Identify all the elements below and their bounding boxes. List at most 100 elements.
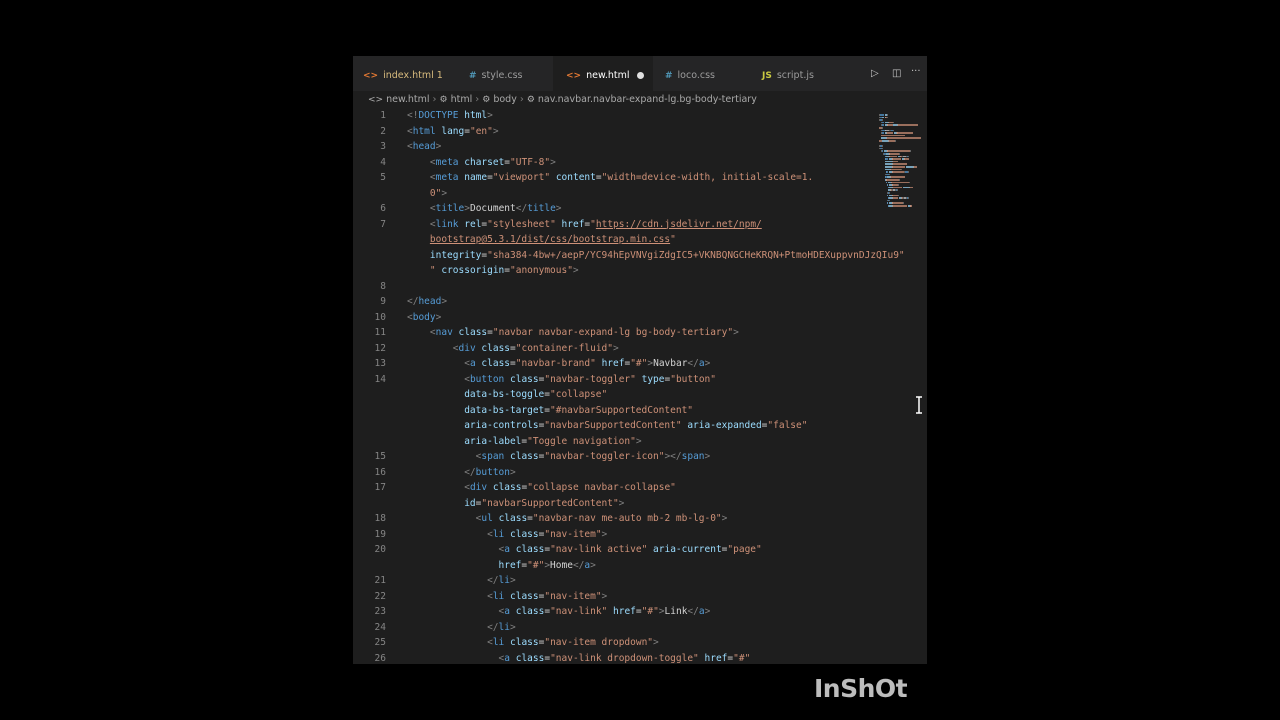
minimap-token — [896, 189, 898, 191]
code-text: <li class="nav-item"> — [487, 528, 608, 540]
code-text: <meta charset="UTF-8"> — [429, 156, 556, 168]
code-line[interactable]: aria-controls="navbarSupportedContent" a… — [353, 418, 873, 434]
breadcrumb-item-html[interactable]: ⚙ html — [440, 94, 473, 105]
code-line[interactable]: integrity="sha384-4bw+/aepP/YC94hEpVNVgi… — [353, 248, 905, 264]
minimap-token — [882, 127, 884, 129]
line-number: 22 — [374, 590, 386, 602]
code-line[interactable]: 25 <li class="nav-item dropdown"> — [353, 635, 873, 651]
code-area[interactable]: 1 <!DOCTYPE html> 2 <html lang="en"> 3 <head>… — [353, 108, 905, 665]
minimap-token — [901, 168, 902, 171]
line-number: 12 — [374, 342, 386, 354]
code-text: bootstrap@5.3.1/dist/css/bootstrap.min.c… — [429, 234, 676, 245]
code-line[interactable]: aria-label="Toggle navigation"> — [353, 434, 873, 450]
code-line[interactable]: 8 — [353, 279, 873, 295]
code-text: <a class="navbar-brand" href="#">Navbar<… — [464, 358, 711, 369]
code-line[interactable]: 22 <li class="nav-item"> — [353, 589, 873, 605]
line-number: 20 — [374, 544, 386, 555]
code-line[interactable]: 6 <title>Document</title> — [353, 201, 873, 217]
code-line[interactable]: 18 <ul class="navbar-nav me-auto mb-2 mb… — [353, 511, 873, 527]
code-line[interactable]: 3 <head> — [353, 139, 873, 155]
line-number: 3 — [380, 141, 386, 152]
code-line[interactable]: data-bs-toggle="collapse" — [353, 387, 873, 403]
tab-label: style.css — [481, 70, 523, 81]
code-text: <meta name="viewport" content="width=dev… — [429, 172, 814, 183]
minimap-token — [913, 166, 918, 168]
line-number: 8 — [380, 280, 386, 292]
minimap-token — [905, 166, 914, 168]
minimap-token — [884, 160, 893, 163]
code-text: data-bs-target="#navbarSupportedContent" — [464, 404, 694, 416]
breadcrumb-item-nav[interactable]: ⚙ nav.navbar.navbar-expand-lg.bg-body-ter… — [527, 94, 757, 105]
minimap-token — [892, 160, 899, 163]
minimap-token — [897, 124, 919, 126]
code-line[interactable]: " crossorigin="anonymous"> — [353, 263, 873, 279]
tab-new-html[interactable]: <> new.html — [553, 56, 653, 91]
code-line[interactable]: data-bs-target="#navbarSupportedContent" — [353, 403, 873, 419]
breadcrumb-item-file[interactable]: <> new.html — [368, 94, 430, 105]
minimap-token — [885, 158, 889, 160]
code-line[interactable]: 15 <span class="navbar-toggler-icon"></s… — [353, 449, 873, 465]
html-file-icon: <> — [363, 71, 379, 81]
code-text: </button> — [464, 466, 516, 478]
minimap-token — [904, 158, 909, 160]
code-line[interactable]: 1 <!DOCTYPE html> — [353, 108, 873, 124]
code-line[interactable]: 10 <body> — [353, 310, 873, 326]
code-text: <ul class="navbar-nav me-auto mb-2 mb-lg… — [475, 513, 728, 524]
minimap-token — [909, 181, 911, 184]
code-text: </li> — [487, 621, 516, 633]
code-line[interactable]: 4 <meta charset="UTF-8"> — [353, 155, 873, 171]
line-number: 23 — [374, 606, 386, 617]
code-line[interactable]: 2 <html lang="en"> — [353, 124, 873, 140]
code-line[interactable]: bootstrap@5.3.1/dist/css/bootstrap.min.c… — [353, 232, 873, 248]
code-line[interactable]: 14 <button class="navbar-toggler" type="… — [353, 372, 873, 388]
code-line[interactable]: 12 <div class="container-fluid"> — [353, 341, 873, 357]
code-line[interactable]: 17 <div class="collapse navbar-collapse" — [353, 480, 873, 496]
split-editor-icon[interactable]: ◫ — [892, 68, 901, 79]
play-icon[interactable]: ▷ — [871, 68, 879, 79]
line-number: 24 — [374, 621, 386, 633]
code-line[interactable]: 24 </li> — [353, 620, 873, 636]
code-text: <li class="nav-item"> — [487, 590, 608, 602]
tab-index-html[interactable]: <> index.html 1 — [353, 56, 453, 91]
code-text: id="navbarSupportedContent"> — [464, 497, 625, 509]
code-text: <html lang="en"> — [407, 125, 499, 137]
minimap-token — [902, 202, 904, 204]
code-line[interactable]: 21 </li> — [353, 573, 873, 589]
line-number: 15 — [374, 451, 386, 462]
tab-script-js[interactable]: JS script.js — [748, 56, 848, 91]
tab-label: new.html — [586, 70, 630, 81]
breadcrumb-separator: › — [519, 94, 524, 105]
code-line[interactable]: href="#">Home</a> — [353, 558, 873, 574]
minimap-token — [892, 166, 906, 168]
problem-count-badge: 1 — [436, 70, 443, 81]
tab-style-css[interactable]: # style.css — [453, 56, 553, 91]
tab-loco-css[interactable]: # loco.css — [653, 56, 748, 91]
minimap-token — [886, 114, 888, 116]
code-line[interactable]: 7 <link rel="stylesheet" href="https://c… — [353, 217, 873, 233]
code-line[interactable]: id="navbarSupportedContent"> — [353, 496, 873, 512]
code-line[interactable]: 26 <a class="nav-link dropdown-toggle" h… — [353, 651, 873, 665]
more-icon[interactable]: ··· — [911, 66, 921, 77]
code-text: aria-label="Toggle navigation"> — [464, 435, 642, 447]
code-line[interactable]: 0"> — [353, 186, 873, 202]
unsaved-changes-dot[interactable] — [637, 72, 644, 79]
code-text: 0"> — [407, 187, 448, 199]
line-number: 21 — [374, 575, 386, 586]
minimap[interactable] — [875, 108, 925, 228]
code-line[interactable]: 13 <a class="navbar-brand" href="#">Navb… — [353, 356, 873, 372]
code-line[interactable]: 9 </head> — [353, 294, 873, 310]
code-text: <span class="navbar-toggler-icon"></span… — [475, 451, 711, 462]
js-file-icon: JS — [762, 71, 772, 81]
minimap-token — [909, 186, 914, 189]
code-line[interactable]: 5 <meta name="viewport" content="width=d… — [353, 170, 873, 186]
line-number: 11 — [374, 327, 386, 338]
line-number: 17 — [374, 482, 386, 493]
breadcrumb-item-body[interactable]: ⚙ body — [482, 94, 517, 105]
code-line[interactable]: 11 <nav class="navbar navbar-expand-lg b… — [353, 325, 873, 341]
minimap-token — [886, 137, 921, 139]
code-line[interactable]: 16 </button> — [353, 465, 873, 481]
code-line[interactable]: 20 <a class="nav-link active" aria-curre… — [353, 542, 873, 558]
code-line[interactable]: 23 <a class="nav-link" href="#">Link</a> — [353, 604, 873, 620]
code-line[interactable]: 19 <li class="nav-item"> — [353, 527, 873, 543]
minimap-token — [884, 166, 892, 168]
